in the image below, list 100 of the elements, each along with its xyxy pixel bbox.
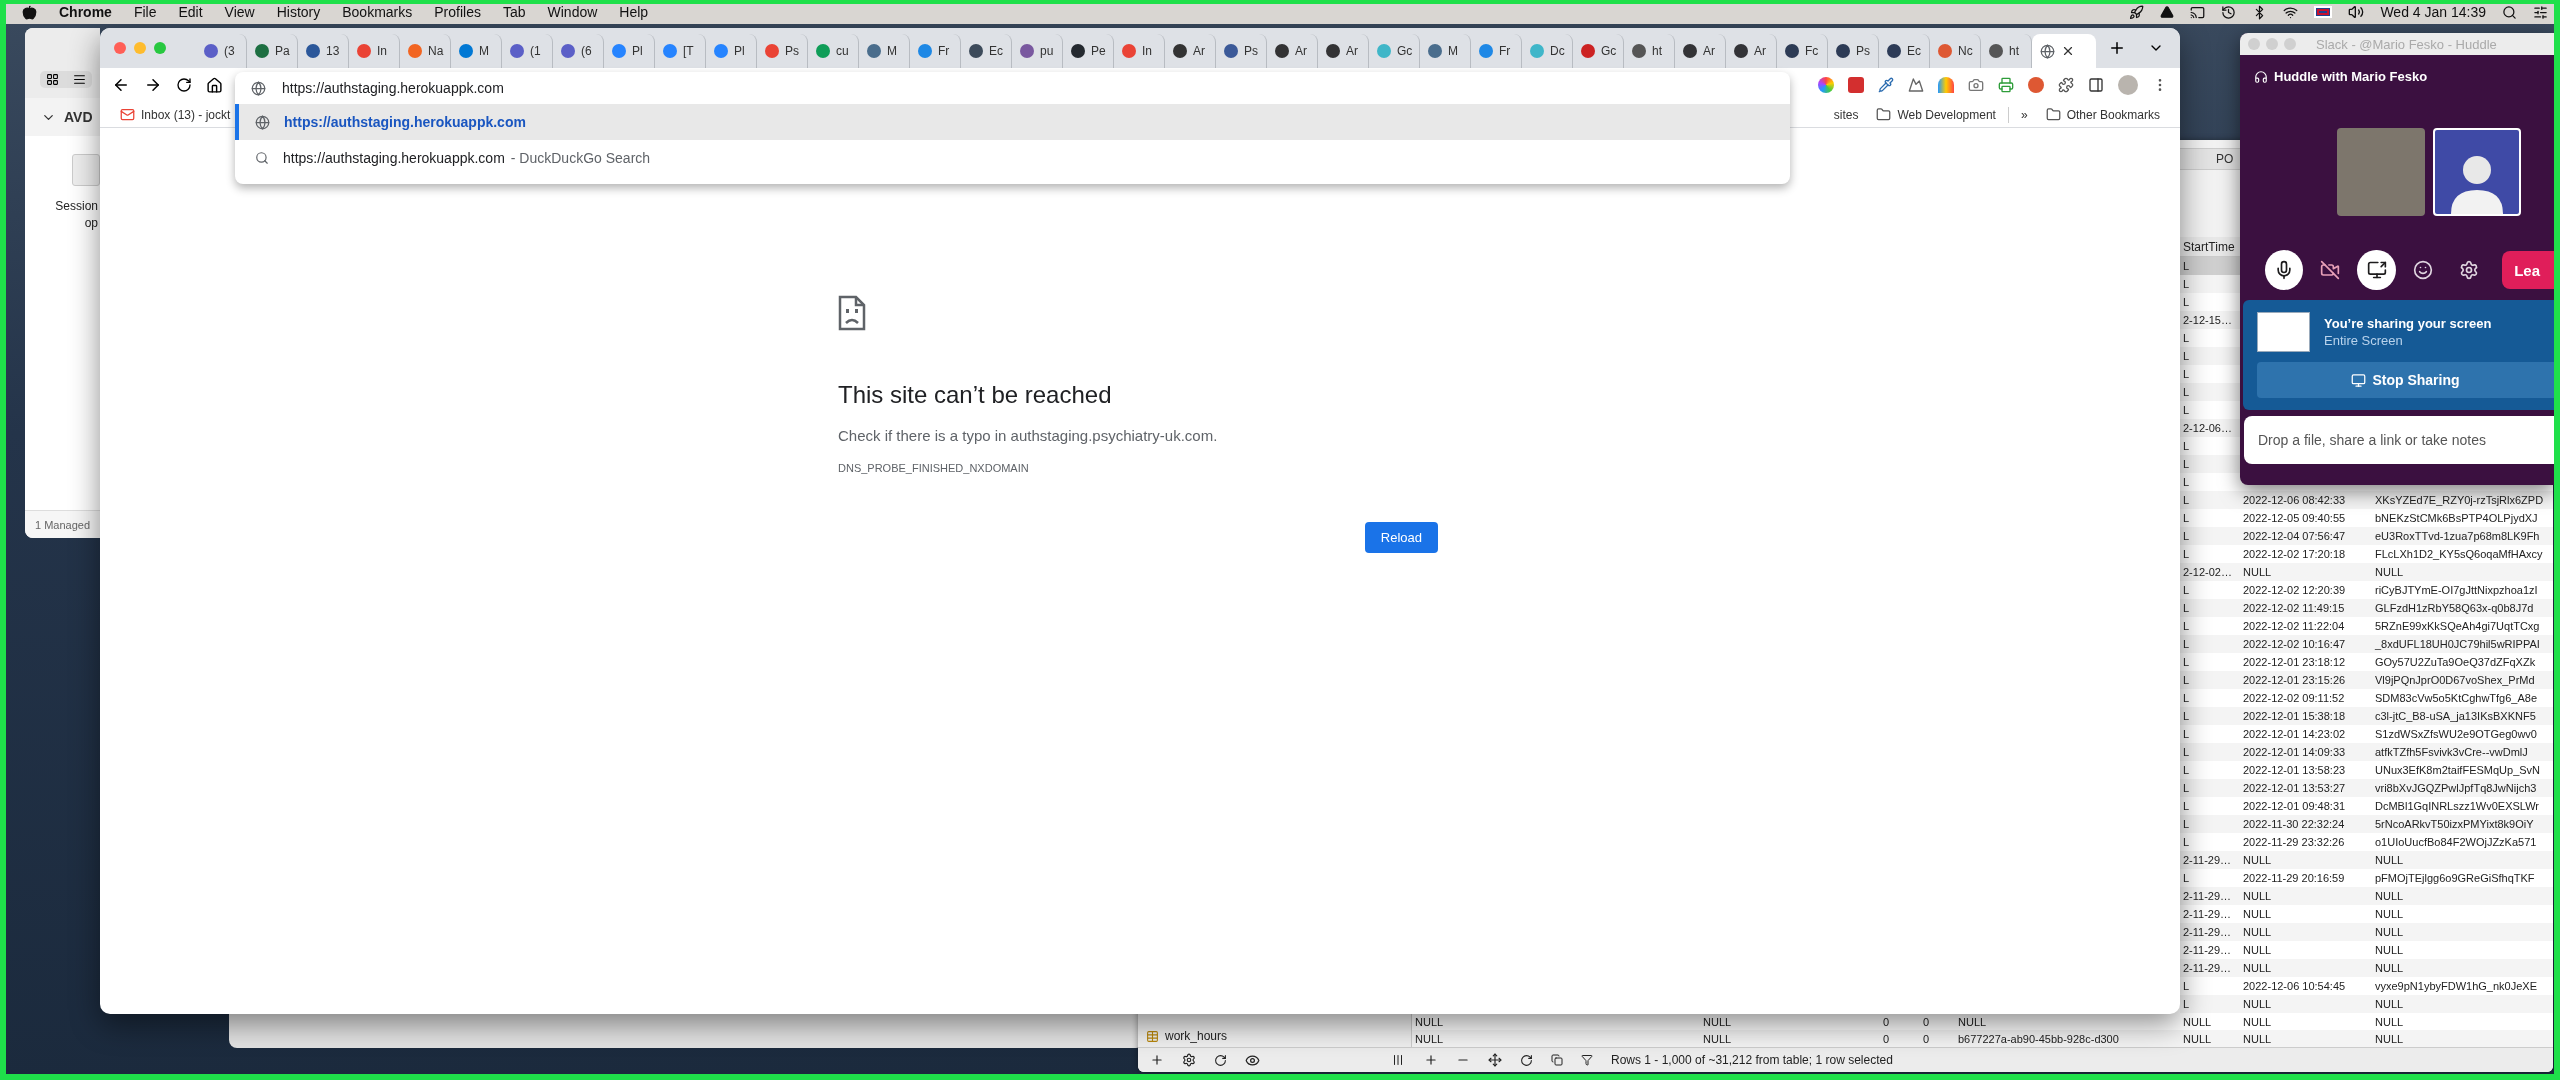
huddle-control[interactable] bbox=[2357, 250, 2396, 290]
table-row[interactable]: 2-11-29… NULL NULL bbox=[2180, 905, 2553, 923]
resize-handle-icon[interactable] bbox=[1392, 1054, 1404, 1066]
control-center-icon[interactable] bbox=[2533, 4, 2548, 20]
rocket-icon[interactable] bbox=[2129, 4, 2145, 20]
flag-icon[interactable] bbox=[2314, 6, 2333, 18]
browser-tab[interactable]: Ps bbox=[757, 34, 808, 68]
browser-tab[interactable]: M bbox=[1420, 34, 1471, 68]
table-row[interactable]: 2-11-29… NULL NULL bbox=[2180, 923, 2553, 941]
new-tab-icon[interactable] bbox=[2108, 39, 2126, 57]
table-row[interactable]: L NULL NULL bbox=[2180, 995, 2553, 1013]
browser-tab[interactable]: In bbox=[349, 34, 400, 68]
browser-tab[interactable]: In bbox=[1114, 34, 1165, 68]
browser-tab[interactable]: Dc bbox=[1522, 34, 1573, 68]
browser-tab[interactable]: Fr bbox=[1471, 34, 1522, 68]
table-row[interactable]: L 2022-12-01 09:48:31 DcMBl1GqINRLszz1Wv0EXSLWr bbox=[2180, 797, 2553, 815]
browser-tab[interactable]: Ps bbox=[1828, 34, 1879, 68]
menu-item[interactable]: Help bbox=[619, 4, 649, 20]
menu-item[interactable]: Profiles bbox=[434, 4, 481, 20]
bookmark[interactable]: sites bbox=[1827, 107, 1865, 122]
move-icon[interactable] bbox=[1488, 1053, 1502, 1067]
table-row[interactable]: 2-11-29… NULL NULL bbox=[2180, 887, 2553, 905]
menu-item[interactable]: View bbox=[224, 4, 255, 20]
table-row[interactable]: L 2022-12-06 08:42:33 XKsYZEd7E_RZY0j-rzTsjRlx6ZPD bbox=[2180, 491, 2553, 509]
settings-icon[interactable] bbox=[1182, 1053, 1196, 1067]
table-row[interactable]: L bbox=[2180, 455, 2240, 473]
table-row[interactable]: L 2022-12-04 07:56:47 eU3RoxTTvd-1zua7p68m8LK9Fh bbox=[2180, 527, 2553, 545]
table-row[interactable]: L 2022-12-06 10:54:45 vyxe9pN1ybyFDW1hG_nk0JeXE bbox=[2180, 977, 2553, 995]
camera-icon[interactable] bbox=[1968, 77, 1984, 93]
table-row[interactable]: 2-12-02… NULL NULL bbox=[2180, 563, 2553, 581]
browser-tab[interactable]: (1 bbox=[502, 34, 553, 68]
add-icon[interactable] bbox=[1150, 1053, 1164, 1067]
table-row[interactable]: L 2022-12-01 23:18:12 GOy57U2ZuTa9OeQ37dZFqXZk bbox=[2180, 653, 2553, 671]
bookmark[interactable]: » bbox=[2014, 107, 2034, 122]
eyedropper-icon[interactable] bbox=[1878, 77, 1894, 93]
table-row[interactable]: L bbox=[2180, 347, 2240, 365]
browser-tab[interactable]: Pe bbox=[1063, 34, 1114, 68]
table-row[interactable]: L 2022-11-30 22:32:24 5rNcoARkvT50izxPMYixt8k9OiY bbox=[2180, 815, 2553, 833]
browser-tab[interactable]: Ec bbox=[1879, 34, 1930, 68]
table-row[interactable]: 2-12-06… bbox=[2180, 419, 2240, 437]
table-row[interactable]: L 2022-12-02 09:11:52 SDM83cVw5o5KtCghwTfg6_A8e bbox=[2180, 689, 2553, 707]
browser-tab[interactable]: Fc bbox=[1777, 34, 1828, 68]
browser-tab[interactable]: Fr bbox=[910, 34, 961, 68]
view-toggle[interactable] bbox=[40, 71, 92, 88]
table-row[interactable]: L bbox=[2180, 383, 2240, 401]
browser-tab[interactable]: (6 bbox=[553, 34, 604, 68]
forward-icon[interactable] bbox=[144, 76, 162, 94]
puzzle-icon[interactable] bbox=[2058, 77, 2074, 93]
huddle-control[interactable] bbox=[2265, 250, 2304, 290]
ring-icon[interactable] bbox=[1818, 77, 1834, 93]
table-row[interactable]: L bbox=[2180, 275, 2240, 293]
apple-icon[interactable] bbox=[22, 4, 37, 20]
browser-tab[interactable]: Pa bbox=[247, 34, 298, 68]
refresh-icon[interactable] bbox=[1214, 1053, 1227, 1067]
table-row[interactable]: L bbox=[2180, 257, 2240, 275]
menu-item[interactable]: Bookmarks bbox=[342, 4, 413, 20]
notes-field[interactable]: Drop a file, share a link or take notes bbox=[2244, 416, 2554, 464]
browser-tab[interactable]: Na bbox=[400, 34, 451, 68]
table-row[interactable]: L 2022-12-01 14:23:02 S1zdWSxZfsWU2e9OTGeg0wv0 bbox=[2180, 725, 2553, 743]
leave-button[interactable]: Lea bbox=[2502, 251, 2554, 289]
browser-tab[interactable]: Gc bbox=[1369, 34, 1420, 68]
eye-icon[interactable] bbox=[1245, 1052, 1260, 1068]
browser-tab[interactable]: Pl bbox=[706, 34, 757, 68]
printer-icon[interactable] bbox=[1998, 77, 2014, 93]
browser-tab[interactable]: cu bbox=[808, 34, 859, 68]
table-row[interactable]: L 2022-11-29 20:16:59 pFMOjTEjlgg6o9GReGiSfhqTKF bbox=[2180, 869, 2553, 887]
bookmark[interactable]: Inbox (13) - jockt bbox=[114, 107, 237, 122]
refresh-icon[interactable] bbox=[1520, 1053, 1533, 1067]
browser-tab[interactable] bbox=[2032, 34, 2096, 68]
table-row[interactable]: NULL NULL 0 0 NULL NULL NULL NULL bbox=[1412, 1013, 2553, 1030]
menu-item[interactable]: Tab bbox=[502, 4, 526, 20]
browser-tab[interactable]: M bbox=[451, 34, 502, 68]
suggestion-item[interactable]: https://authstaging.herokuappk.com - DuckDuckGo Search bbox=[235, 140, 1790, 176]
reload-button[interactable]: Reload bbox=[1364, 522, 1438, 553]
table-list-item[interactable]: work_hours bbox=[1138, 1027, 1411, 1045]
browser-tab[interactable]: 13 bbox=[298, 34, 349, 68]
table-row[interactable]: L 2022-12-05 09:40:55 bNEKzStCMk6BsPTP4OLPjydXJ bbox=[2180, 509, 2553, 527]
search-icon[interactable] bbox=[2502, 4, 2517, 20]
add-icon[interactable] bbox=[1424, 1053, 1438, 1067]
table-row[interactable]: L 2022-12-02 10:16:47 _8xdUFL18UH0JC79hil5wRIPPAI bbox=[2180, 635, 2553, 653]
stop-sharing-button[interactable]: Stop Sharing bbox=[2257, 362, 2554, 398]
table-row[interactable]: L 2022-12-02 11:22:04 5RZnE99xKkSQeAh4gi7UqtTCxg bbox=[2180, 617, 2553, 635]
table-row[interactable]: 2-11-29… NULL NULL bbox=[2180, 941, 2553, 959]
table-row[interactable]: L 2022-12-02 11:49:15 GLFzdH1zRbY58Q63x-q0b8J7d bbox=[2180, 599, 2553, 617]
suggestion-item[interactable]: https://authstaging.herokuappk.com bbox=[235, 104, 1790, 140]
reload-icon[interactable] bbox=[176, 77, 192, 93]
browser-tab[interactable]: Ar bbox=[1267, 34, 1318, 68]
table-row[interactable]: L 2022-12-02 12:20:39 riCyBJTYmE-OI7gJttNixpzhoa1zI bbox=[2180, 581, 2553, 599]
browser-tab[interactable]: Ar bbox=[1165, 34, 1216, 68]
table-row[interactable]: L 2022-12-01 15:38:18 c3l-jtC_B8-uSA_ja13IKsBXKNF5 bbox=[2180, 707, 2553, 725]
side-panel-icon[interactable] bbox=[2088, 77, 2104, 93]
volume-icon[interactable] bbox=[2348, 4, 2365, 20]
browser-tab[interactable]: Nc bbox=[1930, 34, 1981, 68]
bookmark[interactable]: Web Development bbox=[1870, 107, 2002, 122]
table-row[interactable]: L 2022-12-01 23:15:26 Vl9jPQnJprO0D67voShex_PrMd bbox=[2180, 671, 2553, 689]
browser-tab[interactable]: Pl bbox=[604, 34, 655, 68]
browser-tab[interactable]: Ps bbox=[1216, 34, 1267, 68]
browser-tab[interactable]: Ar bbox=[1318, 34, 1369, 68]
browser-tab[interactable]: pu bbox=[1012, 34, 1063, 68]
browser-tab[interactable]: Ar bbox=[1675, 34, 1726, 68]
